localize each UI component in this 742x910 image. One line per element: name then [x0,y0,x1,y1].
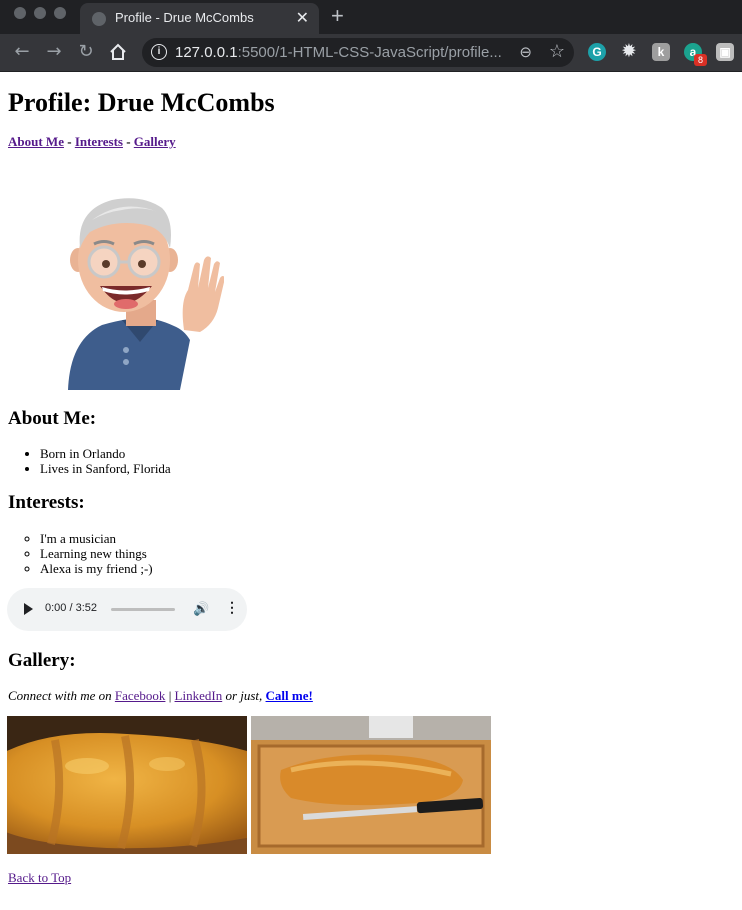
interests-heading: Interests: [8,492,85,513]
volume-icon[interactable]: 🔊 [193,601,209,617]
window-close-dot[interactable] [14,7,26,19]
browser-tab-strip: Profile - Drue McCombs ✕ + [0,0,742,34]
extension-badge-count: 8 [694,54,707,66]
site-info-icon[interactable]: i [151,44,167,60]
address-bar[interactable]: i 127.0.0.1:5500/1-HTML-CSS-JavaScript/p… [142,38,574,67]
extension-k-icon[interactable]: k [652,43,670,61]
page-title: Profile: Drue McCombs [8,88,275,117]
browser-toolbar: ← → ↻ i 127.0.0.1:5500/1-HTML-CSS-JavaSc… [0,34,742,72]
tab-title: Profile - Drue McCombs [115,10,254,25]
connect-line: Connect with me on Facebook | LinkedIn o… [8,688,313,704]
gallery-heading: Gallery: [8,650,76,671]
grammarly-extension-icon[interactable]: G [588,43,606,61]
url-text: 127.0.0.1:5500/1-HTML-CSS-JavaScript/pro… [175,44,502,61]
audio-player[interactable]: 0:00 / 3:52 🔊 ⋮ [7,588,247,631]
browser-tab-active[interactable]: Profile - Drue McCombs ✕ [80,3,319,34]
window-zoom-dot[interactable] [54,7,66,19]
globe-icon [92,12,106,26]
close-tab-icon[interactable]: ✕ [296,8,309,28]
facebook-link[interactable]: Facebook [115,688,166,703]
more-options-icon[interactable]: ⋮ [225,599,239,616]
play-icon[interactable] [24,603,33,615]
new-tab-button[interactable]: + [331,3,344,29]
reload-icon[interactable]: ↻ [74,40,98,64]
nav-separator: - [122,134,134,149]
back-to-top-link[interactable]: Back to Top [8,870,71,886]
list-item: I'm a musician [40,531,153,546]
audio-progress-slider[interactable] [111,608,175,611]
call-me-link[interactable]: Call me! [266,688,313,703]
list-item: Learning new things [40,546,153,561]
interests-list: I'm a musician Learning new things Alexa… [8,531,153,576]
memoji-avatar-image [68,198,224,390]
home-icon[interactable] [106,40,130,64]
section-nav: About Me - Interests - Gallery [8,134,176,150]
connect-prefix: Connect with me on [8,688,115,703]
about-heading: About Me: [8,408,97,429]
nav-separator: - [63,134,75,149]
bookmark-star-icon[interactable]: ☆ [549,41,565,62]
window-minimize-dot[interactable] [34,7,46,19]
forward-arrow-icon[interactable]: → [42,40,66,64]
gallery-photo-bread-closeup [7,716,247,854]
back-arrow-icon[interactable]: ← [10,40,34,64]
about-list: Born in Orlando Lives in Sanford, Florid… [8,446,171,476]
url-path: :5500/1-HTML-CSS-JavaScript/profile... [237,44,502,61]
list-item: Born in Orlando [40,446,171,461]
gear-extension-icon[interactable]: ✹ [620,43,638,61]
nav-link-interests[interactable]: Interests [75,134,123,149]
zoom-icon[interactable]: ⊖ [519,43,532,61]
nav-link-gallery[interactable]: Gallery [134,134,176,149]
url-host: 127.0.0.1 [175,44,238,61]
list-item: Alexa is my friend ;-) [40,561,153,576]
nav-link-about[interactable]: About Me [8,134,64,149]
link-separator: | [165,688,175,703]
or-just-text: or just, [222,688,266,703]
image-extension-icon[interactable]: ▣ [716,43,734,61]
list-item: Lives in Sanford, Florida [40,461,171,476]
audio-time: 0:00 / 3:52 [45,602,97,614]
gallery-photo-bread-board [251,716,491,854]
linkedin-link[interactable]: LinkedIn [175,688,223,703]
